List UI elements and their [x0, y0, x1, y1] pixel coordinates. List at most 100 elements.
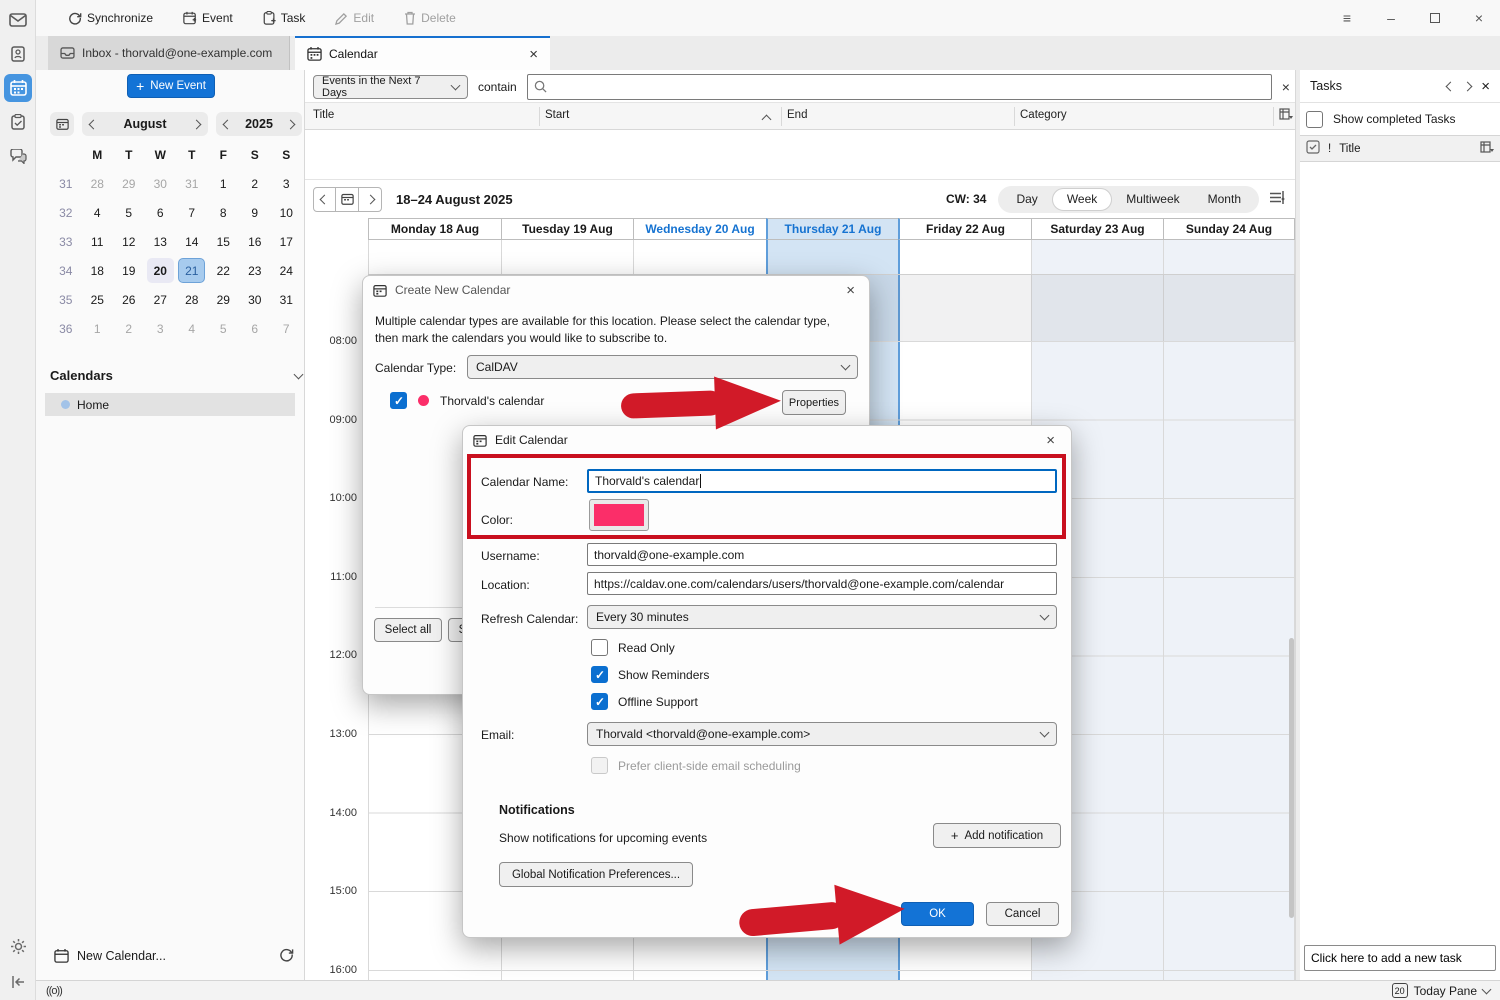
tasks-next-icon[interactable]	[1463, 81, 1473, 91]
email-dropdown[interactable]: Thorvald <thorvald@one-example.com>	[587, 722, 1057, 746]
minical-day[interactable]: 30	[147, 171, 174, 196]
minical-day[interactable]: 6	[241, 316, 268, 341]
minical-day[interactable]: 24	[273, 258, 300, 283]
col-start[interactable]: Start	[545, 109, 569, 121]
minical-today-button[interactable]	[50, 112, 74, 136]
tab-inbox[interactable]: Inbox - thorvald@one-example.com	[48, 36, 290, 70]
tasks-column-picker-icon[interactable]	[1480, 141, 1494, 157]
new-event-button[interactable]: + New Event	[127, 74, 215, 98]
search-events-input[interactable]	[527, 74, 1272, 100]
minical-year[interactable]: 2025	[245, 117, 273, 131]
column-picker-icon[interactable]	[1279, 108, 1293, 124]
show-completed-tasks-row[interactable]: Show completed Tasks	[1300, 103, 1500, 135]
calendar-item-checkbox[interactable]	[390, 392, 407, 409]
minical-day[interactable]: 9	[241, 200, 268, 225]
collapse-toolbar-icon[interactable]	[4, 968, 32, 996]
day-header-friday[interactable]: Friday 22 Aug	[898, 218, 1031, 240]
view-multiweek[interactable]: Multiweek	[1112, 188, 1193, 211]
minical-day[interactable]: 4	[84, 200, 111, 225]
maximize-button[interactable]	[1420, 5, 1450, 31]
minical-day-selected[interactable]: 21	[178, 258, 205, 283]
add-task-input[interactable]	[1304, 945, 1496, 971]
minical-day[interactable]: 7	[178, 200, 205, 225]
cancel-button[interactable]: Cancel	[986, 902, 1059, 926]
offline-support-checkbox[interactable]	[591, 693, 608, 710]
calendar-space-icon[interactable]	[4, 74, 32, 102]
location-input[interactable]: https://caldav.one.com/calendars/users/t…	[587, 572, 1057, 595]
minical-day[interactable]: 29	[115, 171, 142, 196]
prev-year-icon[interactable]	[223, 119, 233, 129]
chat-space-icon[interactable]	[4, 142, 32, 170]
next-month-icon[interactable]	[192, 119, 202, 129]
edit-dialog-close-icon[interactable]: ×	[1046, 432, 1055, 449]
tasks-space-icon[interactable]	[4, 108, 32, 136]
minical-day[interactable]: 28	[84, 171, 111, 196]
minical-day[interactable]: 5	[115, 200, 142, 225]
tasks-prev-icon[interactable]	[1446, 81, 1456, 91]
minical-day[interactable]: 17	[273, 229, 300, 254]
view-month[interactable]: Month	[1194, 188, 1255, 211]
today-pane-toggle[interactable]: 20 Today Pane	[1392, 983, 1490, 998]
day-header-tuesday[interactable]: Tuesday 19 Aug	[501, 218, 633, 240]
show-reminders-row[interactable]: Show Reminders	[591, 666, 709, 683]
minical-day[interactable]: 16	[241, 229, 268, 254]
clear-filter-icon[interactable]: ×	[1282, 79, 1290, 95]
read-only-row[interactable]: Read Only	[591, 639, 675, 656]
next-year-icon[interactable]	[286, 119, 296, 129]
minical-day[interactable]: 22	[210, 258, 237, 283]
view-week[interactable]: Week	[1052, 188, 1112, 211]
global-notification-prefs-button[interactable]: Global Notification Preferences...	[499, 862, 693, 887]
day-header-saturday[interactable]: Saturday 23 Aug	[1031, 218, 1163, 240]
go-today-button[interactable]	[336, 187, 359, 212]
col-category[interactable]: Category	[1020, 109, 1067, 121]
app-menu-icon[interactable]: ≡	[1332, 5, 1362, 31]
minical-day[interactable]: 18	[84, 258, 111, 283]
day-header-thursday-selected[interactable]: Thursday 21 Aug	[766, 218, 898, 240]
day-header-monday[interactable]: Monday 18 Aug	[368, 218, 501, 240]
tasks-close-icon[interactable]: ×	[1481, 78, 1490, 95]
calendars-collapse-icon[interactable]	[294, 369, 304, 379]
task-priority-col[interactable]: !	[1328, 143, 1331, 155]
minical-day[interactable]: 28	[178, 287, 205, 312]
edit-toolbar-button[interactable]: Edit	[327, 5, 382, 31]
minical-day[interactable]: 31	[273, 287, 300, 312]
settings-gear-icon[interactable]	[4, 932, 32, 960]
minical-day[interactable]: 4	[178, 316, 205, 341]
select-all-button[interactable]: Select all	[374, 618, 442, 642]
minical-day[interactable]: 25	[84, 287, 111, 312]
day-header-sunday[interactable]: Sunday 24 Aug	[1163, 218, 1295, 240]
minical-day[interactable]: 1	[84, 316, 111, 341]
new-calendar-button[interactable]: New Calendar...	[54, 947, 294, 965]
tab-close-icon[interactable]: ×	[529, 46, 538, 63]
calendar-list-item-home[interactable]: Home	[45, 393, 295, 416]
col-title[interactable]: Title	[313, 109, 334, 121]
refresh-calendar-dropdown[interactable]: Every 30 minutes	[587, 605, 1057, 629]
col-end[interactable]: End	[787, 109, 807, 121]
tab-calendar[interactable]: Calendar ×	[295, 36, 550, 70]
minical-day[interactable]: 1	[210, 171, 237, 196]
synchronize-button[interactable]: Synchronize	[60, 5, 161, 31]
minical-day[interactable]: 6	[147, 200, 174, 225]
minical-day[interactable]: 5	[210, 316, 237, 341]
minical-day[interactable]: 8	[210, 200, 237, 225]
create-dialog-close-icon[interactable]: ×	[846, 282, 855, 299]
minical-day[interactable]: 2	[241, 171, 268, 196]
sort-ascending-icon[interactable]	[762, 115, 772, 125]
minical-day[interactable]: 7	[273, 316, 300, 341]
minical-day[interactable]: 12	[115, 229, 142, 254]
event-filter-dropdown[interactable]: Events in the Next 7 Days	[313, 75, 468, 99]
properties-button[interactable]: Properties	[782, 390, 846, 415]
minical-day[interactable]: 30	[241, 287, 268, 312]
view-day[interactable]: Day	[1002, 188, 1051, 211]
minical-day[interactable]: 2	[115, 316, 142, 341]
minical-day[interactable]: 14	[178, 229, 205, 254]
minical-day[interactable]: 15	[210, 229, 237, 254]
minical-day[interactable]: 29	[210, 287, 237, 312]
minical-day[interactable]: 3	[147, 316, 174, 341]
minical-day[interactable]: 23	[241, 258, 268, 283]
show-reminders-checkbox[interactable]	[591, 666, 608, 683]
minical-day[interactable]: 11	[84, 229, 111, 254]
day-header-wednesday-today[interactable]: Wednesday 20 Aug	[633, 218, 766, 240]
username-input[interactable]: thorvald@one-example.com	[587, 543, 1057, 566]
offline-support-row[interactable]: Offline Support	[591, 693, 698, 710]
